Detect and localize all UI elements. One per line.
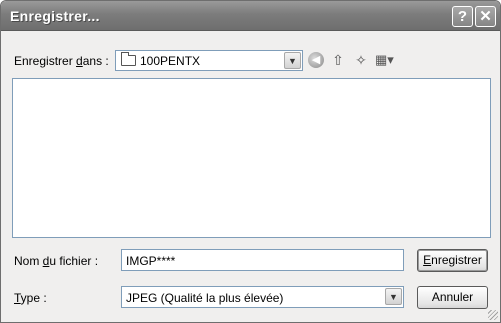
dialog-title: Enregistrer... (10, 8, 100, 24)
filetype-label: Type : (14, 291, 47, 305)
cancel-button[interactable]: Annuler (417, 286, 488, 309)
save-dialog: Enregistrer... ? ✕ Enregistrer dans : 10… (0, 0, 501, 323)
save-in-combo[interactable]: 100PENTX ▼ (115, 50, 303, 71)
folder-icon (121, 52, 136, 66)
filetype-select[interactable]: JPEG (Qualité la plus élevée) ▼ (121, 286, 404, 308)
up-folder-icon[interactable]: ⇧ (329, 51, 347, 69)
close-button[interactable]: ✕ (475, 6, 496, 27)
save-in-label: Enregistrer dans : (14, 54, 109, 68)
filename-label: Nom du fichier : (14, 254, 99, 268)
title-bar[interactable]: Enregistrer... ? ✕ (1, 1, 500, 31)
filename-value: IMGP**** (126, 254, 176, 268)
chevron-down-icon[interactable]: ▼ (284, 52, 301, 69)
filename-input[interactable]: IMGP**** (121, 249, 404, 271)
file-list[interactable] (12, 78, 491, 238)
save-in-value: 100PENTX (140, 54, 201, 68)
chevron-down-icon[interactable]: ▼ (385, 288, 402, 305)
help-button[interactable]: ? (452, 6, 473, 27)
back-arrow-icon[interactable]: ◀ (308, 52, 324, 68)
new-folder-icon[interactable]: ✧ (352, 51, 370, 69)
filetype-value: JPEG (Qualité la plus élevée) (126, 291, 284, 305)
views-menu-icon[interactable]: ▦▾ (375, 51, 394, 69)
resize-grip[interactable] (488, 310, 498, 320)
save-button[interactable]: Enregistrer (417, 249, 488, 272)
